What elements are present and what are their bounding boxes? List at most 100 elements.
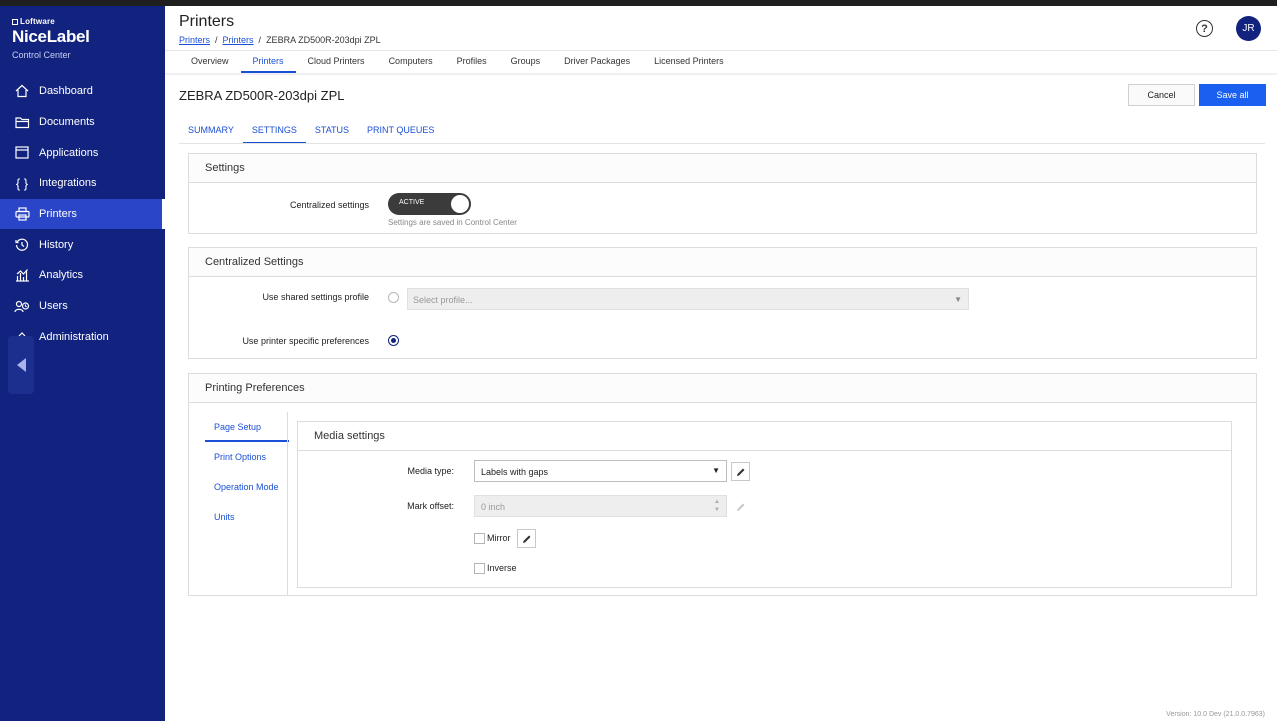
save-all-button[interactable]: Save all [1199, 84, 1266, 106]
mirror-checkbox[interactable] [474, 533, 485, 544]
help-button[interactable]: ? [1196, 20, 1213, 37]
sidebar-item-label: Integrations [39, 177, 97, 190]
centralized-settings-panel: Centralized Settings Use shared settings… [188, 247, 1257, 359]
tab-settings[interactable]: SETTINGS [242, 118, 306, 144]
logo-subtitle: Control Center [12, 50, 71, 60]
tab-overview[interactable]: Overview [179, 50, 241, 73]
sidebar-nav: Dashboard Documents Applications { } Int… [0, 76, 165, 352]
loftware-mark-icon [12, 18, 18, 25]
braces-icon: { } [15, 175, 29, 191]
window-icon [14, 145, 30, 161]
nav-page-setup[interactable]: Page Setup [205, 412, 289, 442]
help-icon: ? [1201, 22, 1208, 35]
nav-operation-mode[interactable]: Operation Mode [205, 472, 289, 502]
inverse-label: Inverse [487, 563, 517, 573]
sidebar-item-dashboard[interactable]: Dashboard [0, 76, 165, 107]
pencil-icon [736, 468, 744, 476]
mirror-edit-button[interactable] [517, 529, 536, 548]
breadcrumb: Printers / Printers / ZEBRA ZD500R-203dpi ZP… [179, 35, 381, 45]
printing-preferences-panel: Printing Preferences Page Setup Print Op… [188, 373, 1257, 596]
logo-brand: NiceLabel [12, 27, 90, 46]
media-type-select[interactable]: Labels with gaps ▼ [474, 460, 727, 482]
mirror-label: Mirror [487, 533, 511, 543]
tab-profiles[interactable]: Profiles [445, 50, 499, 73]
profile-select: Select profile... ▼ [407, 288, 969, 310]
collapse-sidebar-button[interactable] [8, 336, 34, 394]
tab-driver-packages[interactable]: Driver Packages [552, 50, 642, 73]
mark-offset-edit-button [731, 497, 750, 516]
mark-offset-label: Mark offset: [407, 501, 454, 511]
history-icon [14, 237, 30, 253]
centralized-settings-hint: Settings are saved in Control Center [388, 218, 517, 227]
window-top-strip [0, 0, 1277, 6]
tab-licensed-printers[interactable]: Licensed Printers [642, 50, 736, 73]
users-icon [14, 298, 30, 314]
home-icon [14, 83, 30, 99]
media-type-edit-button[interactable] [731, 462, 750, 481]
media-settings-title: Media settings [298, 422, 1231, 451]
sidebar-item-applications[interactable]: Applications [0, 137, 165, 168]
logo-small: Loftware [12, 17, 90, 26]
tab-printers[interactable]: Printers [240, 50, 296, 73]
inverse-checkbox[interactable] [474, 563, 485, 574]
printing-preferences-title: Printing Preferences [189, 374, 1256, 403]
tab-summary[interactable]: SUMMARY [179, 118, 243, 144]
printer-name-heading: ZEBRA ZD500R-203dpi ZPL [179, 88, 345, 103]
media-settings-panel: Media settings Media type: Labels with g… [297, 421, 1232, 588]
toggle-state-text: ACTIVE [399, 199, 425, 206]
version-label: Version: 10.0 Dev (21.0.0.7963) [1166, 711, 1265, 718]
sidebar-item-documents[interactable]: Documents [0, 107, 165, 138]
sidebar-item-history[interactable]: History [0, 229, 165, 260]
tab-print-queues[interactable]: PRINT QUEUES [358, 118, 443, 144]
mark-offset-value: 0 inch [481, 502, 506, 512]
tab-computers[interactable]: Computers [377, 50, 445, 73]
toggle-knob [451, 195, 469, 213]
sidebar-item-integrations[interactable]: { } Integrations [0, 168, 165, 199]
pencil-icon [736, 503, 744, 511]
collapse-arrow-icon [17, 358, 26, 372]
logo: Loftware NiceLabel Control Center [12, 17, 90, 60]
tab-cloud-printers[interactable]: Cloud Printers [296, 50, 377, 73]
settings-panel-title: Settings [189, 154, 1256, 183]
stepper-arrows-icon: ▲ ▼ [714, 499, 720, 513]
tab-status[interactable]: STATUS [306, 118, 358, 144]
media-type-label: Media type: [407, 466, 454, 476]
sidebar: Loftware NiceLabel Control Center Dashbo… [0, 6, 165, 721]
printer-specific-radio[interactable] [388, 335, 399, 346]
centralized-settings-label: Centralized settings [289, 200, 369, 210]
centralized-panel-title: Centralized Settings [189, 248, 1256, 277]
subtabs-divider [179, 143, 1265, 144]
sidebar-item-label: Documents [39, 116, 95, 129]
sidebar-item-analytics[interactable]: Analytics [0, 260, 165, 291]
sidebar-item-label: Analytics [39, 269, 84, 282]
printer-icon [14, 206, 30, 222]
sidebar-item-label: Printers [39, 208, 77, 221]
sidebar-item-label: Applications [39, 146, 99, 159]
chevron-down-icon: ▼ [954, 295, 962, 304]
shared-profile-label: Use shared settings profile [262, 292, 369, 302]
logo-small-text: Loftware [20, 17, 55, 26]
cancel-button[interactable]: Cancel [1128, 84, 1195, 106]
breadcrumb-separator: / [258, 35, 262, 45]
printer-subtabs: SUMMARY SETTINGS STATUS PRINT QUEUES [179, 118, 443, 144]
printer-specific-label: Use printer specific preferences [242, 336, 369, 346]
media-type-value: Labels with gaps [481, 467, 549, 477]
pencil-icon [522, 535, 530, 543]
sidebar-item-label: Users [39, 300, 68, 313]
tab-groups[interactable]: Groups [499, 50, 553, 73]
analytics-icon [14, 267, 30, 283]
shared-profile-radio[interactable] [388, 292, 399, 303]
breadcrumb-link-printers[interactable]: Printers [179, 35, 210, 45]
sidebar-item-printers[interactable]: Printers [0, 198, 165, 230]
mark-offset-input: 0 inch ▲ ▼ [474, 495, 727, 517]
breadcrumb-current: ZEBRA ZD500R-203dpi ZPL [266, 35, 381, 45]
breadcrumb-link-printers-list[interactable]: Printers [223, 35, 254, 45]
sidebar-item-label: Dashboard [39, 85, 93, 98]
sidebar-item-label: History [39, 238, 74, 251]
sidebar-item-label: Administration [39, 330, 109, 343]
top-tabs: Overview Printers Cloud Printers Compute… [179, 50, 736, 73]
caret-down-icon: ▼ [712, 466, 720, 475]
avatar[interactable]: JR [1236, 16, 1261, 41]
centralized-settings-toggle[interactable]: ACTIVE [388, 193, 471, 215]
sidebar-item-users[interactable]: Users [0, 291, 165, 322]
